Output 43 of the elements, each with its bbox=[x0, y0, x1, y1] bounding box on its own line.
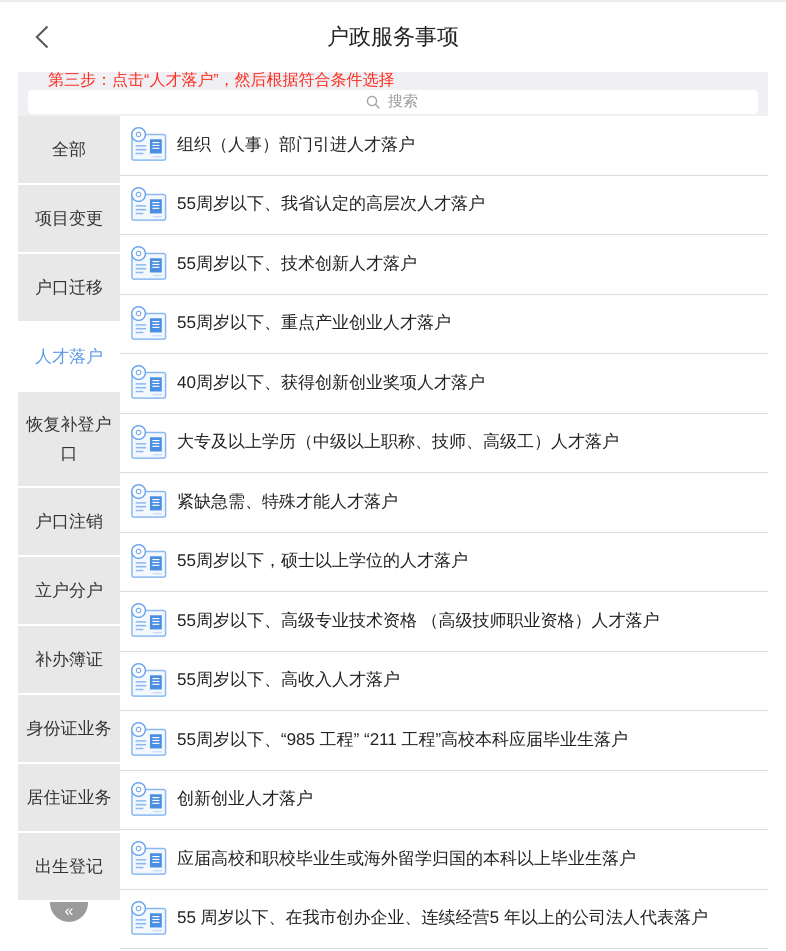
search-field[interactable]: 搜索 bbox=[28, 90, 758, 114]
service-item[interactable]: 创新创业人才落户 bbox=[120, 770, 768, 830]
category-tab[interactable]: 全部 bbox=[18, 116, 120, 183]
service-item[interactable]: 大专及以上学历（中级以上职称、技师、高级工）人才落户 bbox=[120, 414, 768, 473]
category-tab[interactable]: 出生登记 bbox=[18, 833, 120, 900]
category-tab[interactable]: 恢复补登户口 bbox=[18, 392, 120, 486]
category-tab[interactable]: 居住证业务 bbox=[18, 764, 120, 831]
back-icon[interactable] bbox=[35, 25, 49, 49]
service-item[interactable]: 55周岁以下、高级专业技术资格 （高级技师职业资格）人才落户 bbox=[120, 592, 768, 652]
service-item[interactable]: 55周岁以下、重点产业创业人才落户 bbox=[120, 294, 768, 354]
id-card-icon bbox=[130, 483, 168, 520]
service-item[interactable]: 55周岁以下、“985 工程” “211 工程”高校本科应届毕业生落户 bbox=[120, 711, 768, 770]
id-card-icon bbox=[130, 126, 168, 162]
id-card-icon bbox=[130, 900, 168, 936]
id-card-icon bbox=[130, 186, 168, 222]
category-tab[interactable]: 立户分户 bbox=[18, 557, 120, 624]
id-card-icon bbox=[130, 542, 168, 579]
service-item[interactable]: 组织（人事）部门引进人才落户 bbox=[120, 116, 768, 176]
service-item[interactable]: 紧缺急需、特殊才能人才落户 bbox=[120, 473, 768, 532]
service-item[interactable]: 55 周岁以下、在我市创办企业、连续经营5 年以上的公司法人代表落户 bbox=[120, 890, 768, 949]
id-card-icon bbox=[130, 304, 168, 341]
service-item[interactable]: 40周岁以下、获得创新创业奖项人才落户 bbox=[120, 354, 768, 414]
category-tab[interactable]: 补办簿证 bbox=[18, 626, 120, 693]
id-card-icon bbox=[130, 245, 168, 282]
service-item[interactable]: 应届高校和职校毕业生或海外留学归国的本科以上毕业生落户 bbox=[120, 830, 768, 890]
service-item[interactable]: 55周岁以下，硕士以上学位的人才落户 bbox=[120, 532, 768, 592]
id-card-icon bbox=[130, 602, 168, 638]
instruction-text: 第三步：点击“人才落户”，然后根据符合条件选择 bbox=[48, 72, 396, 90]
category-tab[interactable]: 户口注销 bbox=[18, 488, 120, 555]
page-title: 户政服务事项 bbox=[327, 24, 459, 50]
category-tab[interactable]: 身份证业务 bbox=[18, 695, 120, 762]
id-card-icon bbox=[130, 364, 168, 400]
service-item[interactable]: 55周岁以下、高收入人才落户 bbox=[120, 652, 768, 711]
category-tab[interactable]: 项目变更 bbox=[18, 185, 120, 252]
id-card-icon bbox=[130, 840, 168, 876]
category-tab[interactable]: 户口迁移 bbox=[18, 254, 120, 321]
id-card-icon bbox=[130, 721, 168, 758]
service-item[interactable]: 55周岁以下、我省认定的高层次人才落户 bbox=[120, 176, 768, 235]
service-item[interactable]: 55周岁以下、技术创新人才落户 bbox=[120, 235, 768, 294]
id-card-icon bbox=[130, 424, 168, 460]
id-card-icon bbox=[130, 780, 168, 817]
search-icon bbox=[366, 95, 380, 109]
id-card-icon bbox=[130, 662, 168, 698]
